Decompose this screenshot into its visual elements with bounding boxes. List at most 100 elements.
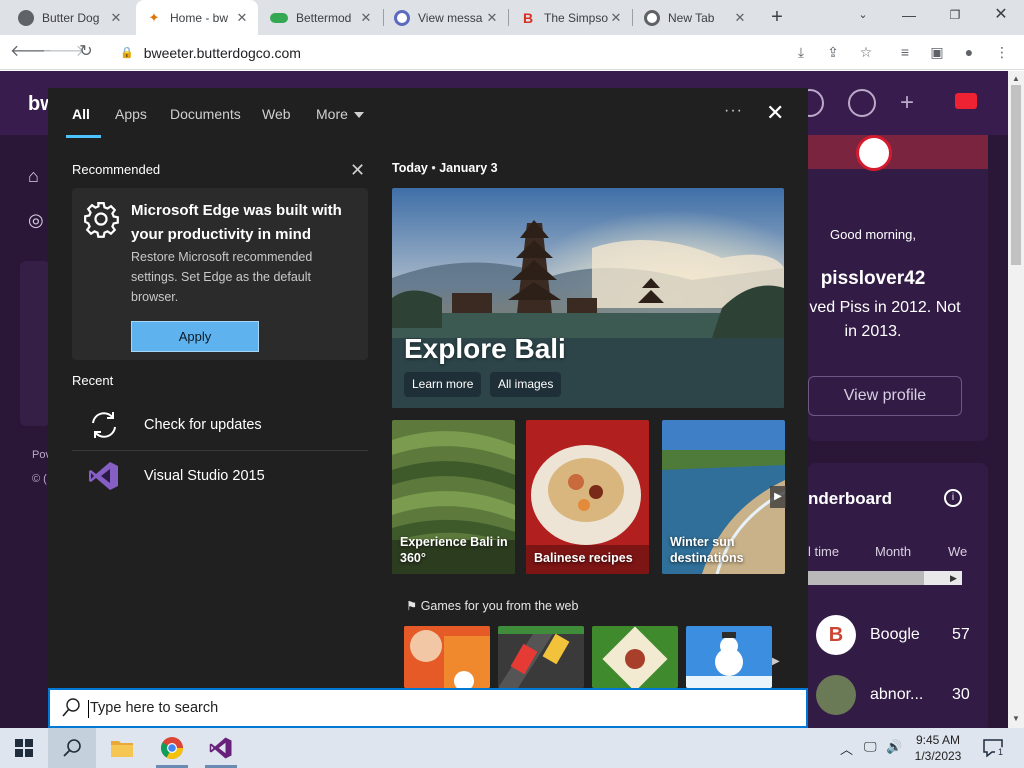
taskbar-visual-studio[interactable]: [197, 728, 245, 768]
notification-center-button[interactable]: 1: [982, 738, 1006, 758]
plus-icon[interactable]: +: [900, 89, 914, 117]
tab-more[interactable]: More: [316, 106, 364, 122]
tab-divider: [508, 9, 509, 26]
filter-week[interactable]: We: [948, 544, 967, 559]
filter-month[interactable]: Month: [875, 544, 911, 559]
taskbar-file-explorer[interactable]: [98, 728, 146, 768]
dismiss-recommended-icon[interactable]: ✕: [350, 160, 365, 181]
search-icon: [62, 698, 80, 717]
back-button[interactable]: 🡐: [10, 40, 53, 64]
learn-more-button[interactable]: Learn more: [404, 372, 482, 397]
taskbar-chrome[interactable]: [148, 728, 196, 768]
address-bar[interactable]: 🔒 bweeter.butterdogco.com: [108, 39, 888, 66]
view-profile-button[interactable]: View profile: [808, 376, 962, 416]
scroll-down-icon[interactable]: ▼: [1008, 714, 1024, 723]
favicon-icon: [394, 9, 410, 26]
browser-tab[interactable]: Butter Dog ✕: [8, 0, 132, 35]
leader-score: 57: [952, 626, 970, 643]
toggle-favicon-icon: [270, 12, 288, 23]
tab-all[interactable]: All: [72, 106, 90, 122]
close-window-button[interactable]: ✕: [978, 0, 1024, 35]
recent-item-label: Check for updates: [144, 417, 262, 433]
leaderboard-row[interactable]: abnor... 30: [816, 675, 970, 715]
search-input[interactable]: [90, 700, 690, 716]
close-tab-icon[interactable]: ✕: [108, 10, 124, 26]
close-tab-icon[interactable]: ✕: [732, 10, 748, 26]
game-tile[interactable]: [498, 626, 584, 688]
all-images-button[interactable]: All images: [490, 372, 562, 397]
games-title: Games for you from the web: [420, 599, 579, 613]
profile-avatar-icon[interactable]: ●: [959, 42, 979, 62]
leaderboard-row[interactable]: B Boogle 57: [816, 615, 970, 655]
recent-item-visual-studio[interactable]: Visual Studio 2015: [72, 452, 368, 500]
tab-documents[interactable]: Documents: [170, 106, 241, 122]
close-tab-icon[interactable]: ✕: [484, 10, 500, 26]
tile-winter-sun[interactable]: Winter sun destinations: [662, 420, 785, 574]
close-tab-icon[interactable]: ✕: [608, 10, 624, 26]
browser-tab-active[interactable]: ✦ Home - bw ✕: [136, 0, 258, 35]
recent-item-check-for-updates[interactable]: Check for updates: [72, 401, 368, 449]
side-panel-icon[interactable]: ▣: [927, 42, 947, 62]
home-icon[interactable]: ⌂: [28, 166, 50, 188]
install-icon[interactable]: ⤓: [791, 42, 811, 62]
game-tile[interactable]: [592, 626, 678, 688]
browser-tab[interactable]: B The Simpso ✕: [510, 0, 632, 35]
system-clock[interactable]: 9:45 AM 1/3/2023: [908, 732, 968, 764]
tab-web[interactable]: Web: [262, 106, 291, 122]
tile-experience-bali[interactable]: Experience Bali in 360°: [392, 420, 515, 574]
scroll-up-icon[interactable]: ▲: [1008, 74, 1024, 83]
active-tab-indicator: [66, 135, 101, 138]
browser-tab[interactable]: Bettermod ✕: [260, 0, 382, 35]
browser-tab[interactable]: View messa ✕: [384, 0, 508, 35]
forward-button[interactable]: 🡒: [42, 40, 85, 64]
bell-icon[interactable]: [848, 89, 876, 117]
start-button[interactable]: [0, 728, 48, 768]
restore-button[interactable]: ❐: [932, 0, 978, 35]
leader-score: 30: [952, 686, 970, 703]
next-games-arrow-icon[interactable]: ▶: [772, 656, 780, 667]
close-tab-icon[interactable]: ✕: [358, 10, 374, 26]
tab-search-icon[interactable]: ⌄: [840, 0, 886, 35]
gamepad-icon: ⚑: [406, 599, 421, 613]
scrollbar-thumb[interactable]: [808, 571, 924, 585]
game-tile[interactable]: [404, 626, 490, 688]
more-options-icon[interactable]: ···: [724, 102, 743, 120]
volume-icon[interactable]: 🔊: [886, 739, 902, 755]
taskbar-search-box[interactable]: [48, 688, 808, 728]
next-tiles-arrow-icon[interactable]: ▶: [770, 486, 786, 508]
info-icon[interactable]: i: [944, 489, 962, 507]
minimize-button[interactable]: —: [886, 0, 932, 35]
tab-apps[interactable]: Apps: [115, 106, 147, 122]
new-tab-button[interactable]: +: [766, 6, 788, 28]
copyright-text: © (: [32, 473, 47, 485]
tile-balinese-recipes[interactable]: Balinese recipes: [526, 420, 649, 574]
user-icon[interactable]: ◎: [28, 210, 50, 232]
share-icon[interactable]: ⇪: [823, 42, 843, 62]
taskbar-search-button[interactable]: [48, 728, 96, 768]
user-avatar[interactable]: [955, 93, 977, 109]
search-filter-tabs: All Apps Documents Web More ··· ✕: [48, 88, 808, 140]
show-hidden-icons[interactable]: ︿: [840, 739, 853, 758]
apply-button[interactable]: Apply: [131, 321, 259, 352]
bio-text: in 2013.: [844, 323, 902, 340]
close-tab-icon[interactable]: ✕: [234, 10, 250, 26]
close-icon[interactable]: ✕: [766, 100, 784, 126]
sidebar-panel: [20, 261, 50, 426]
filter-all-time[interactable]: l time: [808, 544, 839, 559]
leader-name: abnor...: [870, 686, 924, 703]
reload-button[interactable]: ↻: [74, 40, 98, 64]
game-thumbnail: [498, 626, 584, 688]
bookmark-star-icon[interactable]: ☆: [856, 42, 876, 62]
scroll-right-icon[interactable]: ▶: [950, 571, 957, 585]
network-icon[interactable]: 🖵: [864, 739, 877, 755]
chrome-menu-icon[interactable]: ⋮: [992, 42, 1012, 62]
profile-avatar[interactable]: [856, 135, 892, 171]
game-tile[interactable]: [686, 626, 772, 688]
reading-list-icon[interactable]: ≡: [895, 42, 915, 62]
browser-tab[interactable]: New Tab ✕: [634, 0, 756, 35]
hero-card-explore-bali[interactable]: Explore Bali Learn more All images: [392, 188, 784, 408]
chevron-down-icon: [353, 112, 364, 119]
folder-icon: [111, 741, 133, 757]
page-scrollbar-thumb[interactable]: [1011, 85, 1021, 265]
browser-toolbar: 🡐 🡒 ↻ 🔒 bweeter.butterdogco.com ⤓ ⇪ ☆ ≡ …: [0, 35, 1024, 70]
